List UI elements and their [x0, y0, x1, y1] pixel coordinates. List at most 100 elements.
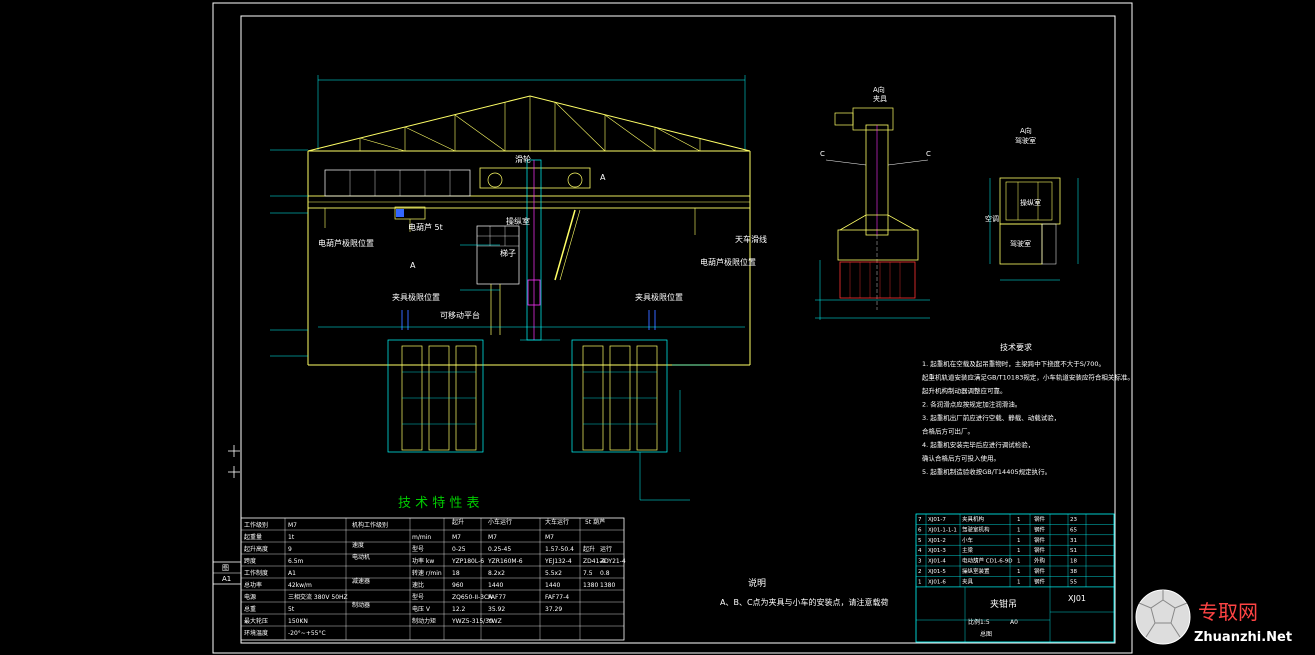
side-stamp-top: 图 [222, 564, 229, 572]
bom-qty: 1 [1017, 527, 1021, 533]
spec-mid-header: 速度 [352, 541, 364, 549]
spec-left-key: 工作级别 [244, 521, 268, 529]
spec-left-value: -20°~+55°C [288, 630, 326, 637]
bom-weight: 23 [1070, 517, 1077, 523]
bom-qty: 1 [1017, 517, 1021, 523]
bom-name: 夹具机构 [962, 515, 985, 523]
label-trolley: 滑轮 [515, 154, 531, 164]
bom-code: XJ01-5 [928, 569, 946, 575]
spec-cell: 18 [452, 570, 460, 577]
cab-view-title-1: A向 [1020, 126, 1032, 135]
spec-col-header: 起升 [452, 518, 464, 526]
spec-cell: 0-25 [452, 546, 466, 553]
spec-mid-sub: 速比 [412, 581, 424, 589]
spec-left-value: 6.5m [288, 558, 304, 565]
spec-cell: YWZ5-315/30 [451, 618, 493, 625]
spec-cell: 1380 [583, 582, 598, 589]
bom-material: 钢件 [1034, 515, 1046, 523]
spec-cell: M7 [488, 534, 497, 541]
tech-requirements: 技术要求 1. 起重机在空载及起吊重物时，主梁跨中下挠度不大于S/700。 起重… [922, 342, 1134, 476]
bom-code: XJ01-2 [928, 538, 946, 544]
tech-requirement-line: 确认合格后方可投入使用。 [922, 454, 1000, 463]
spec-left-key: 工作制度 [244, 569, 268, 577]
watermark-latin: Zhuanzhi.Net [1194, 630, 1292, 645]
bom-weight: 65 [1070, 527, 1077, 533]
spec-cell: YEJ132-4 [544, 558, 572, 565]
spec-cell: 1.57-50.4 [545, 546, 574, 553]
spec-left-key: 环境温度 [244, 629, 268, 637]
side-view-c-left: C [820, 150, 825, 158]
label-hoist-limit-left: 电葫芦极限位置 [318, 238, 374, 248]
bom-weight: 18 [1070, 559, 1077, 565]
cab-label-drive: 驾驶室 [1010, 239, 1031, 248]
spec-cell: 起升 [583, 545, 595, 553]
notes-text: A、B、C点为夹具与小车的安装点，请注意载荷 [720, 597, 889, 607]
bom-index: 2 [918, 569, 922, 575]
bom-index: 5 [918, 538, 922, 544]
bom-index: 6 [918, 527, 922, 533]
spec-cell: 1440 [545, 582, 560, 589]
label-clamp-limit-right: 夹具极限位置 [635, 292, 683, 302]
label-main-hook: 天车滑线 [735, 234, 767, 244]
spec-cell: 7.5 [583, 570, 593, 577]
tech-title: 技术要求 [1000, 342, 1032, 352]
spec-mid-header: 机构工作级别 [352, 521, 388, 529]
tech-requirement-line: 合格后方可出厂。 [922, 427, 974, 436]
bom-code: XJ01-7 [928, 517, 946, 523]
spec-left-key: 总功率 [244, 581, 262, 589]
drawing-name: 夹钳吊 [990, 598, 1017, 610]
side-view-c-right: C [926, 150, 931, 158]
spec-left-value: 1t [288, 534, 295, 541]
spec-table-title: 技 术 特 性 表 [398, 496, 480, 511]
side-stamp: 图 A1 [212, 561, 242, 585]
sheet-text: A0 [1010, 619, 1018, 626]
spec-col-header: 小车运行 [488, 518, 512, 526]
bom-qty: 1 [1017, 579, 1021, 585]
bom-qty: 1 [1017, 538, 1021, 544]
side-stamp-bottom: A1 [222, 575, 231, 583]
bom-name: 电动葫芦 CD1-6-9D [962, 557, 1013, 565]
label-section-a: A [410, 261, 416, 270]
spec-cell: YWZ [487, 618, 502, 625]
label-movable-platform: 可移动平台 [440, 310, 480, 320]
spec-cell: 5.5x2 [545, 570, 562, 577]
bom-material: 钢件 [1034, 577, 1046, 585]
spec-mid-sub: m/min [412, 534, 431, 541]
label-clamp-limit-left: 夹具极限位置 [392, 292, 440, 302]
spec-left-key: 跨度 [244, 557, 256, 565]
spec-mid-sub: 功率 kw [412, 557, 434, 565]
bom-index: 3 [918, 559, 922, 565]
tech-requirement-line: 起升机构制动器调整应可靠。 [922, 386, 1007, 395]
bom-name: 主梁 [962, 546, 974, 554]
spec-mid-sub: 制动力矩 [412, 617, 436, 625]
spec-left-value: M7 [288, 522, 297, 529]
spec-cell: M7 [452, 534, 461, 541]
spec-cell: YZR160M-6 [487, 558, 523, 565]
bom-weight: 55 [1070, 579, 1077, 585]
spec-col-header: 5t 葫芦 [585, 518, 605, 526]
title-block: 7 XJ01-7 夹具机构 1 钢件 236 XJ01-1-1-1 驾驶室机构 1 钢件 655 XJ… [915, 513, 1115, 643]
label-ladder: 梯子 [500, 248, 516, 258]
spec-cell: 1440 [488, 582, 503, 589]
spec-left-value: 42kw/m [288, 582, 312, 589]
spec-left-key: 起升高度 [244, 545, 268, 553]
cab-label-air: 空调 [985, 214, 999, 223]
side-view-title-2: 夹具 [873, 94, 887, 103]
spec-cell: M7 [545, 534, 554, 541]
bom-weight: 38 [1070, 569, 1077, 575]
spec-cell: FAF77-4 [545, 594, 569, 601]
spec-cell: 0.8 [600, 570, 610, 577]
crosshair-markers [228, 445, 240, 478]
spec-cell: 35.92 [488, 606, 505, 613]
spec-mid-sub: 电压 V [412, 605, 431, 613]
spec-mid-header: 减速器 [352, 577, 370, 585]
bom-material: 钢件 [1034, 567, 1046, 575]
spec-cell: 8.2x2 [488, 570, 505, 577]
spec-cell: 0.25-45 [488, 546, 511, 553]
side-view-title-1: A向 [873, 85, 885, 94]
spec-mid-sub: 型号 [412, 593, 424, 601]
cab-view-a: A向 驾驶室 操纵室 空调 驾驶室 [985, 126, 1079, 281]
scale-text: 比例1:5 [968, 618, 990, 626]
side-view-a: A向 夹具 C C [815, 85, 931, 320]
bom-name: 小车 [962, 536, 974, 544]
